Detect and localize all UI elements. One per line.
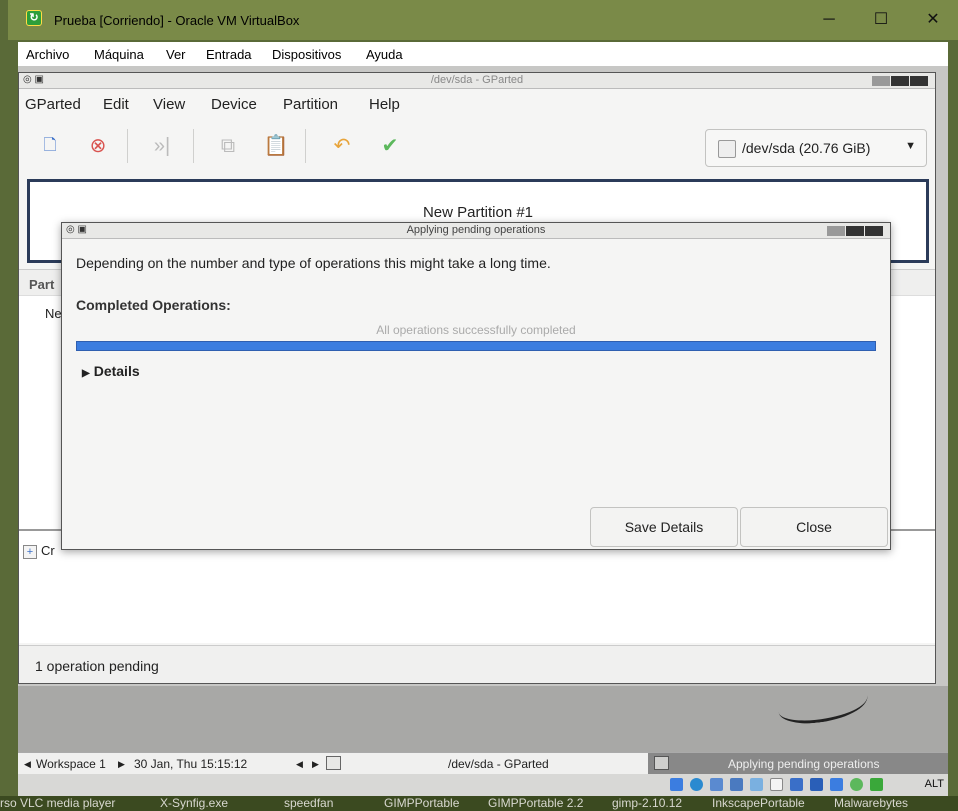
- menu-ayuda[interactable]: Ayuda: [366, 47, 403, 62]
- copy-icon[interactable]: ⧉: [215, 133, 241, 159]
- clock: 30 Jan, Thu 15:15:12: [134, 757, 248, 771]
- optical-drive-icon[interactable]: [690, 778, 703, 791]
- menu-ver[interactable]: Ver: [166, 47, 186, 62]
- prev-task-icon[interactable]: ◀: [296, 759, 303, 770]
- undo-icon[interactable]: ↶: [329, 133, 355, 159]
- display-icon[interactable]: [790, 778, 803, 791]
- dialog-titlebar: ◎ ▣ Applying pending operations: [62, 223, 890, 239]
- progress-bar: [76, 341, 876, 351]
- close-window-button[interactable]: ✕: [910, 8, 956, 32]
- window-controls[interactable]: [826, 226, 884, 236]
- host-task-item[interactable]: gimp-2.10.12: [612, 796, 682, 810]
- column-header-partition[interactable]: Part: [29, 277, 54, 292]
- toolbar-separator: [127, 129, 128, 163]
- task-applying-active[interactable]: Applying pending operations: [648, 753, 948, 775]
- menu-partition[interactable]: Partition: [283, 96, 338, 113]
- close-button[interactable]: Close: [740, 507, 888, 547]
- paste-icon[interactable]: 📋: [263, 133, 289, 159]
- pending-operation-item[interactable]: + Cr: [23, 543, 55, 559]
- virtualbox-icon: ↻: [26, 10, 42, 26]
- workspace-label[interactable]: Workspace 1: [36, 757, 106, 771]
- host-task-item[interactable]: X-Synfig.exe: [160, 796, 228, 810]
- vbox-window-title: Prueba [Corriendo] - Oracle VM VirtualBo…: [54, 13, 300, 28]
- menu-help[interactable]: Help: [369, 96, 400, 113]
- partition-graphic-label: New Partition #1: [422, 204, 534, 221]
- recording-icon[interactable]: [810, 778, 823, 791]
- new-partition-icon[interactable]: 🗋: [37, 133, 63, 159]
- menu-view[interactable]: View: [153, 96, 185, 113]
- completed-operations-label: Completed Operations:: [76, 297, 231, 313]
- gparted-toolbar: 🗋 ⊗ »| ⧉ 📋 ↶ ✔ /dev/sda (20.76 GiB) ▼: [19, 119, 935, 173]
- details-label: Details: [93, 363, 140, 379]
- save-details-button[interactable]: Save Details: [590, 507, 738, 547]
- shared-folder-icon[interactable]: [770, 778, 783, 791]
- cpu-icon[interactable]: [830, 778, 843, 791]
- expander-arrow-icon: ▶: [82, 368, 90, 379]
- menu-entrada[interactable]: Entrada: [206, 47, 252, 62]
- audio-icon[interactable]: [710, 778, 723, 791]
- menu-device[interactable]: Device: [211, 96, 257, 113]
- status-text: 1 operation pending: [35, 658, 159, 674]
- host-taskbar: rso VLC media player X-Synfig.exe speedf…: [0, 796, 958, 811]
- apply-icon[interactable]: ✔: [377, 133, 403, 159]
- menu-dispositivos[interactable]: Dispositivos: [272, 47, 341, 62]
- task-applying-label: Applying pending operations: [728, 757, 880, 771]
- app-icon: [326, 756, 341, 770]
- progress-bar-fill: [77, 342, 875, 350]
- prev-workspace-icon[interactable]: ◀: [24, 759, 31, 770]
- host-key-label: ALT: [924, 778, 944, 790]
- network-icon[interactable]: [730, 778, 743, 791]
- gparted-titlebar: ◎ ▣ /dev/sda - GParted: [19, 73, 935, 89]
- host-task-item[interactable]: Malwarebytes: [834, 796, 908, 810]
- chevron-down-icon: ▼: [905, 140, 916, 152]
- resize-move-icon[interactable]: »|: [149, 133, 175, 159]
- menu-gparted[interactable]: GParted: [25, 96, 81, 113]
- guest-taskbar: ◀ Workspace 1 ▶ 30 Jan, Thu 15:15:12 ◀ ▶…: [18, 752, 948, 775]
- host-task-item[interactable]: rso VLC media player: [0, 796, 115, 810]
- mouse-integration-icon[interactable]: [850, 778, 863, 791]
- app-icon: [654, 756, 669, 770]
- device-selector-label: /dev/sda (20.76 GiB): [742, 140, 871, 156]
- hard-disk-icon[interactable]: [670, 778, 683, 791]
- next-task-icon[interactable]: ▶: [312, 759, 319, 770]
- menu-edit[interactable]: Edit: [103, 96, 129, 113]
- host-task-item[interactable]: GIMPPortable: [384, 796, 459, 810]
- minimize-button[interactable]: ─: [806, 8, 852, 32]
- details-expander[interactable]: ▶ Details: [82, 363, 140, 379]
- delete-partition-icon[interactable]: ⊗: [85, 133, 111, 159]
- pending-operation-label: Cr: [41, 543, 55, 558]
- disk-icon: [718, 140, 736, 158]
- gparted-status-bar: 1 operation pending: [19, 645, 935, 683]
- menu-maquina[interactable]: Máquina: [94, 47, 144, 62]
- toolbar-separator: [305, 129, 306, 163]
- progress-text: All operations successfully completed: [376, 323, 576, 337]
- menu-archivo[interactable]: Archivo: [26, 47, 69, 62]
- next-workspace-icon[interactable]: ▶: [118, 759, 125, 770]
- task-gparted[interactable]: /dev/sda - GParted: [448, 757, 549, 771]
- keyboard-icon[interactable]: [870, 778, 883, 791]
- device-selector[interactable]: /dev/sda (20.76 GiB) ▼: [705, 129, 927, 167]
- gparted-window-title: /dev/sda - GParted: [430, 74, 524, 86]
- host-task-item[interactable]: InkscapePortable: [712, 796, 805, 810]
- applying-operations-dialog: ◎ ▣ Applying pending operations Dependin…: [61, 222, 891, 550]
- new-partition-icon: +: [23, 545, 37, 559]
- dialog-description: Depending on the number and type of oper…: [76, 255, 551, 271]
- guest-desktop: ◎ ▣ /dev/sda - GParted GParted Edit View…: [18, 66, 948, 796]
- maximize-button[interactable]: ☐: [858, 8, 904, 32]
- partition-row[interactable]: Ne: [45, 306, 62, 321]
- usb-icon[interactable]: [750, 778, 763, 791]
- vbox-menubar: Archivo Máquina Ver Entrada Dispositivos…: [18, 42, 948, 66]
- gparted-menubar: GParted Edit View Device Partition Help: [19, 91, 935, 117]
- host-task-item[interactable]: GIMPPortable 2.2: [488, 796, 583, 810]
- dialog-title: Applying pending operations: [406, 224, 546, 236]
- toolbar-separator: [193, 129, 194, 163]
- vbox-statusbar: ALT: [18, 774, 948, 796]
- window-controls[interactable]: [871, 76, 929, 86]
- host-task-item[interactable]: speedfan: [284, 796, 333, 810]
